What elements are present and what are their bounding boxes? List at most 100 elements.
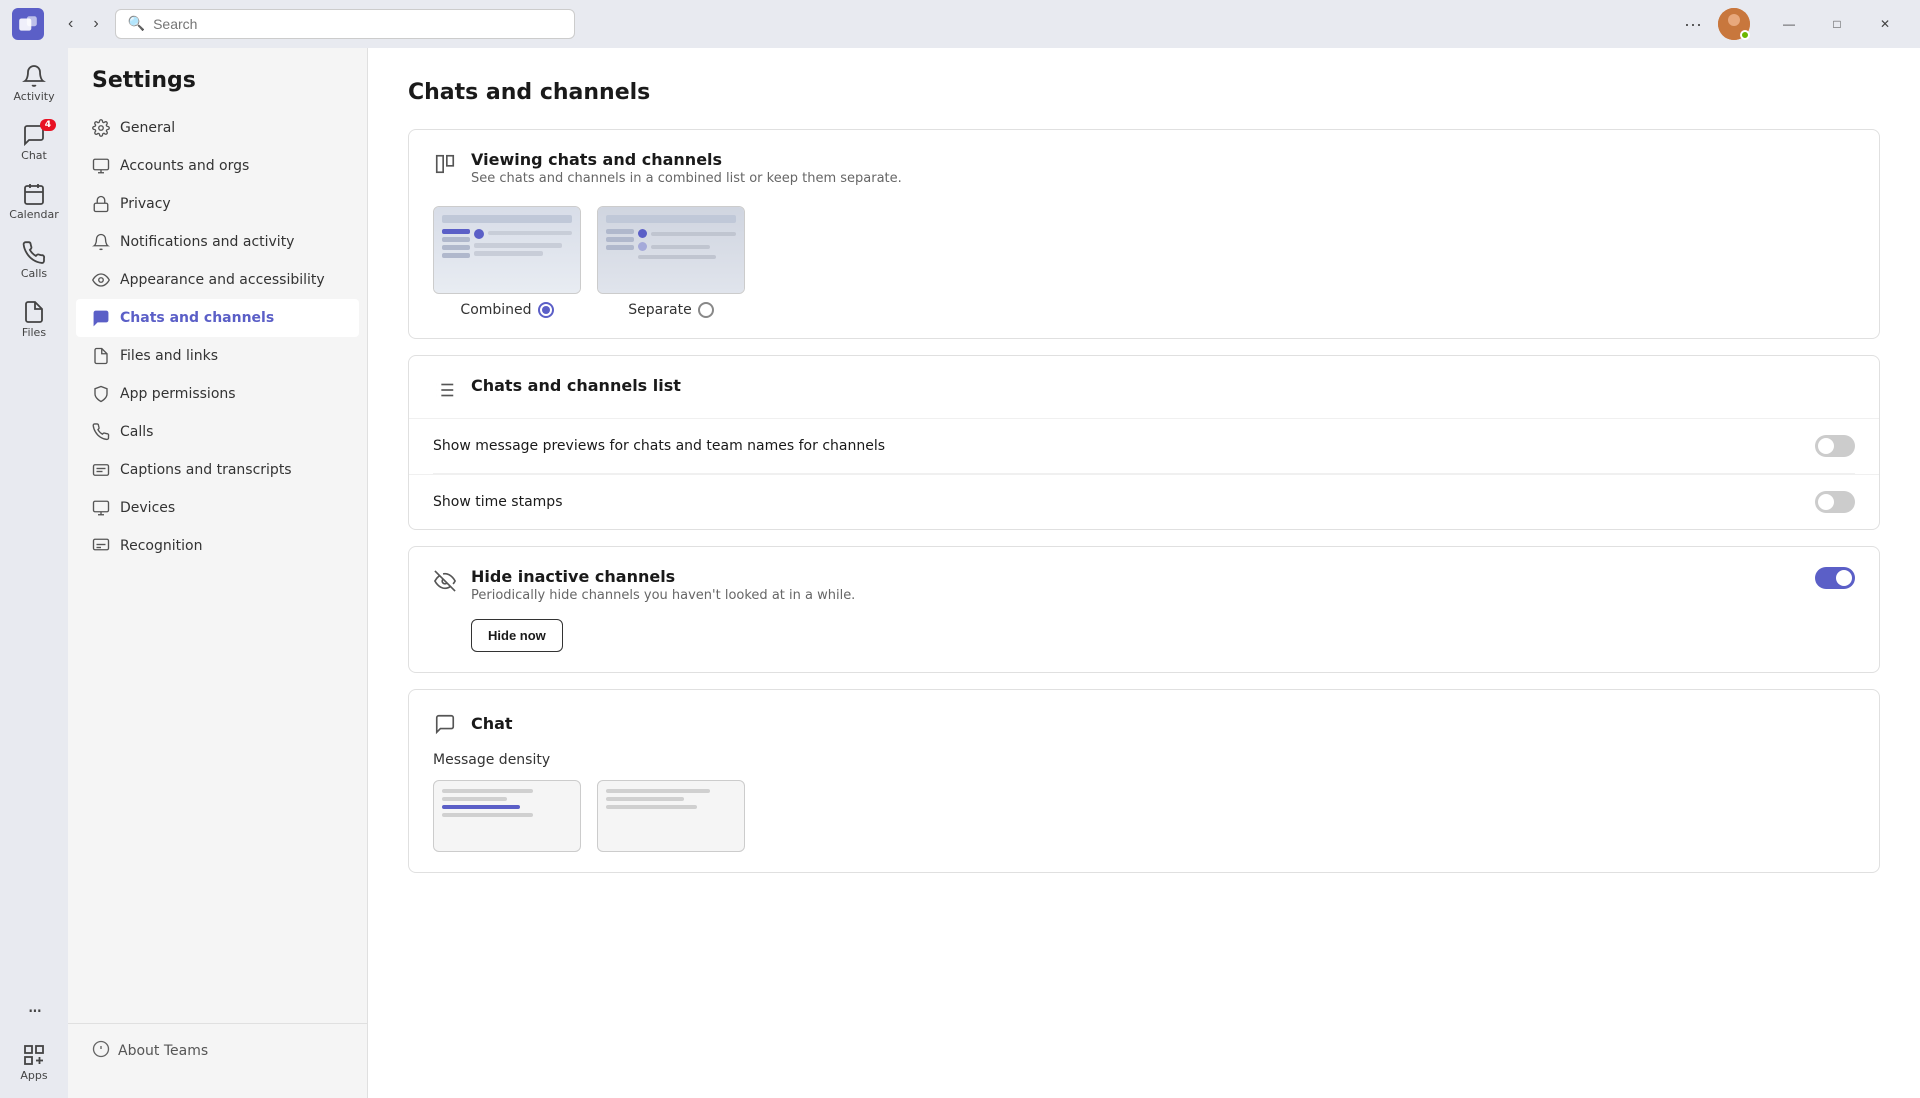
search-input[interactable] — [153, 16, 562, 32]
nav-item-appearance[interactable]: Appearance and accessibility — [68, 261, 367, 299]
hide-inactive-section: Hide inactive channels Periodically hide… — [408, 546, 1880, 673]
files-icon — [22, 300, 46, 324]
combined-preview-inner — [434, 207, 580, 293]
list-section-icon — [433, 378, 457, 402]
main-layout: Activity 4 Chat Calendar Calls Files — [0, 48, 1920, 1098]
chat-badge: 4 — [40, 119, 56, 131]
sidebar-item-files[interactable]: Files — [6, 292, 62, 347]
settings-bottom: About Teams — [68, 1023, 367, 1078]
combined-preview — [433, 206, 581, 294]
preview-sidebar-item — [442, 245, 470, 250]
more-options-button[interactable]: ··· — [1676, 10, 1710, 39]
nav-item-captions[interactable]: Captions and transcripts — [68, 451, 367, 489]
page-title: Chats and channels — [408, 80, 1880, 105]
sidebar-item-apps[interactable]: Apps — [6, 1035, 62, 1090]
combined-label-row: Combined — [460, 302, 553, 318]
density-row — [606, 797, 684, 801]
sidebar-item-calls[interactable]: Calls — [6, 233, 62, 288]
nav-label-privacy: Privacy — [120, 196, 171, 212]
nav-item-chats[interactable]: Chats and channels — [76, 299, 359, 337]
chat-label: Chat — [21, 149, 47, 162]
nav-item-files[interactable]: Files and links — [68, 337, 367, 375]
nav-item-general[interactable]: General — [68, 109, 367, 147]
hide-inactive-body: Hide now — [409, 611, 1879, 672]
nav-item-notifications[interactable]: Notifications and activity — [68, 223, 367, 261]
viewing-section-text: Viewing chats and channels See chats and… — [471, 150, 902, 186]
nav-arrows: ‹ › — [60, 11, 107, 37]
files-label: Files — [22, 326, 46, 339]
nav-item-permissions[interactable]: App permissions — [68, 375, 367, 413]
toggle-row-previews: Show message previews for chats and team… — [409, 418, 1879, 473]
preview-sidebar-item-sep — [606, 245, 634, 250]
nav-label-devices: Devices — [120, 500, 175, 516]
preview-content — [442, 229, 572, 261]
nav-label-recognition: Recognition — [120, 538, 202, 554]
sidebar-item-calendar[interactable]: Calendar — [6, 174, 62, 229]
toggle-row-timestamps: Show time stamps — [409, 474, 1879, 529]
hide-now-button[interactable]: Hide now — [471, 619, 563, 652]
nav-label-calls: Calls — [120, 424, 153, 440]
preview-sidebar-item — [442, 229, 470, 234]
nav-item-privacy[interactable]: Privacy — [68, 185, 367, 223]
combined-option[interactable]: Combined — [433, 206, 581, 318]
captions-nav-icon — [92, 461, 110, 479]
separate-radio[interactable] — [698, 302, 714, 318]
more-icon: ··· — [22, 999, 46, 1023]
settings-sidebar: Settings General Accounts and orgs Priva… — [68, 48, 368, 1098]
sidebar-item-chat[interactable]: 4 Chat — [6, 115, 62, 170]
sidebar-item-activity[interactable]: Activity — [6, 56, 62, 111]
eye-nav-icon — [92, 271, 110, 289]
timestamps-toggle[interactable] — [1815, 491, 1855, 513]
avatar-status — [1740, 30, 1750, 40]
viewing-section-header: Viewing chats and channels See chats and… — [409, 130, 1879, 202]
maximize-button[interactable]: □ — [1814, 8, 1860, 40]
message-density-label: Message density — [409, 752, 1879, 780]
viewing-subtitle: See chats and channels in a combined lis… — [471, 171, 902, 186]
shield-nav-icon — [92, 385, 110, 403]
hide-inactive-header: Hide inactive channels Periodically hide… — [409, 547, 1879, 611]
nav-item-devices[interactable]: Devices — [68, 489, 367, 527]
density-preview-2[interactable] — [597, 780, 745, 852]
calendar-icon — [22, 182, 46, 206]
back-button[interactable]: ‹ — [60, 11, 81, 37]
phone-nav-icon — [92, 423, 110, 441]
density-row — [442, 789, 533, 793]
settings-title: Settings — [68, 68, 367, 109]
forward-button[interactable]: › — [85, 11, 106, 37]
hide-inactive-title: Hide inactive channels — [471, 567, 855, 586]
nav-label-chats: Chats and channels — [120, 310, 274, 326]
sidebar-item-more[interactable]: ··· — [6, 991, 62, 1031]
separate-label-row: Separate — [628, 302, 713, 318]
density-preview-1[interactable] — [433, 780, 581, 852]
window-controls: — □ ✕ — [1766, 8, 1908, 40]
nav-item-recognition[interactable]: Recognition — [68, 527, 367, 565]
title-bar-actions: ··· — [1676, 8, 1750, 40]
nav-item-accounts[interactable]: Accounts and orgs — [68, 147, 367, 185]
preview-sidebar-sep — [606, 229, 634, 259]
file-nav-icon — [92, 347, 110, 365]
bell-icon — [22, 64, 46, 88]
preview-sidebar-item — [442, 253, 470, 258]
preview-topbar — [442, 215, 572, 223]
preview-main — [474, 229, 572, 261]
activity-label: Activity — [13, 90, 54, 103]
preview-sidebar-item-sep — [606, 229, 634, 234]
combined-radio[interactable] — [538, 302, 554, 318]
chat-section-icon — [433, 712, 457, 736]
nav-item-calls[interactable]: Calls — [68, 413, 367, 451]
chat-section-header: Chat — [409, 690, 1879, 752]
previews-toggle[interactable] — [1815, 435, 1855, 457]
close-button[interactable]: ✕ — [1862, 8, 1908, 40]
preview-topbar-sep — [606, 215, 736, 223]
title-bar: ‹ › 🔍 ··· — □ ✕ — [0, 0, 1920, 48]
separate-option[interactable]: Separate — [597, 206, 745, 318]
accounts-nav-icon — [92, 157, 110, 175]
apps-icon — [22, 1043, 46, 1067]
devices-nav-icon — [92, 499, 110, 517]
list-section-header: Chats and channels list — [409, 356, 1879, 418]
previews-label: Show message previews for chats and team… — [433, 438, 885, 454]
hide-inactive-toggle[interactable] — [1815, 567, 1855, 589]
about-teams-item[interactable]: About Teams — [92, 1040, 343, 1062]
minimize-button[interactable]: — — [1766, 8, 1812, 40]
search-icon: 🔍 — [128, 16, 145, 32]
